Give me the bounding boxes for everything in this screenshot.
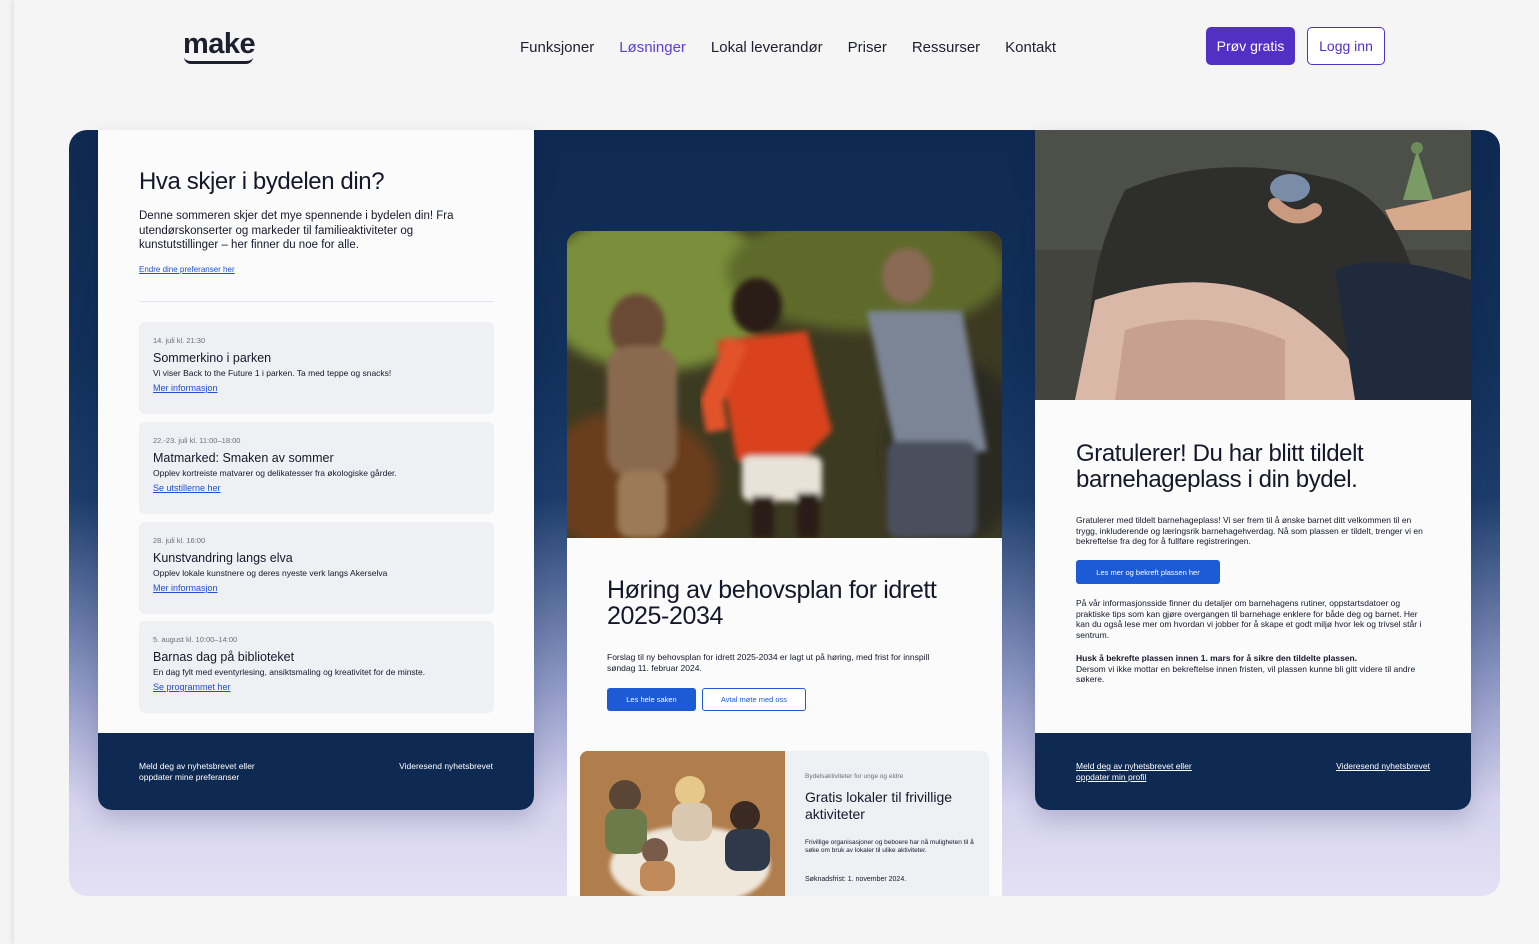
event-title: Kunstvandring langs elva: [153, 551, 293, 565]
event-card: 14. juli kl. 21:30 Sommerkino i parken V…: [139, 322, 494, 414]
activities-card: Bydelsaktiviteter for unge og eldre Grat…: [580, 751, 989, 896]
try-free-button[interactable]: Prøv gratis: [1206, 27, 1295, 65]
newsletter-card-hearing: Høring av behovsplan for idrett 2025-203…: [567, 231, 1002, 896]
event-link[interactable]: Mer informasjon: [153, 583, 218, 593]
event-description: En dag fylt med eventyrlesing, ansiktsma…: [153, 667, 426, 677]
card-footer: Meld deg av nyhetsbrevet eller oppdater …: [98, 733, 534, 810]
event-link[interactable]: Se programmet her: [153, 682, 231, 692]
nav-funksjoner[interactable]: Funksjoner: [520, 39, 594, 56]
nav-losninger[interactable]: Løsninger: [619, 39, 686, 56]
group-activity-photo: [580, 751, 785, 896]
login-button[interactable]: Logg inn: [1307, 27, 1385, 65]
divider: [139, 301, 494, 302]
nav-priser[interactable]: Priser: [848, 39, 887, 56]
event-date: 5. august kl. 10:00–14:00: [153, 635, 238, 644]
make-logo[interactable]: make: [183, 28, 256, 64]
card-title: Hva skjer i bydelen din?: [139, 168, 385, 195]
event-date: 22.-23. juli kl. 11:00–18:00: [153, 436, 241, 445]
runners-photo: [567, 231, 1002, 538]
read-full-case-button[interactable]: Les hele saken: [607, 688, 696, 711]
event-card: 5. august kl. 10:00–14:00 Barnas dag på …: [139, 621, 494, 713]
event-title: Sommerkino i parken: [153, 351, 272, 365]
newsletter-card-kindergarten: Gratulerer! Du har blitt tildelt barneha…: [1035, 130, 1471, 810]
change-preferences-link[interactable]: Endre dine preferanser her: [139, 265, 235, 274]
card-footer: Meld deg av nyhetsbrevet eller oppdater …: [1035, 733, 1471, 810]
event-card: 22.-23. juli kl. 11:00–18:00 Matmarked: …: [139, 422, 494, 514]
unsubscribe-link[interactable]: Meld deg av nyhetsbrevet eller oppdater …: [139, 761, 289, 783]
nav-lokal-leverandor[interactable]: Lokal leverandør: [711, 39, 823, 56]
event-date: 28. juli kl. 16:00: [153, 536, 206, 545]
book-meeting-button[interactable]: Avtal møte med oss: [702, 688, 806, 711]
hearing-title: Høring av behovsplan for idrett 2025-203…: [607, 576, 937, 630]
kindergarten-reminder: Husk å bekrefte plassen innen 1. mars fo…: [1076, 653, 1432, 685]
activities-description: Frivillige organisasjoner og beboere har…: [805, 839, 974, 854]
event-card: 28. juli kl. 16:00 Kunstvandring langs e…: [139, 522, 494, 614]
event-description: Opplev lokale kunstnere og deres nyeste …: [153, 568, 388, 578]
reminder-text: Dersom vi ikke mottar en bekreftelse inn…: [1076, 663, 1416, 685]
kindergarten-info: På vår informasjonsside finner du detalj…: [1076, 598, 1422, 640]
kindergarten-title: Gratulerer! Du har blitt tildelt barneha…: [1076, 440, 1364, 493]
reminder-bold: Husk å bekrefte plassen innen 1. mars fo…: [1076, 653, 1358, 663]
nav-ressurser[interactable]: Ressurser: [912, 39, 980, 56]
activities-title: Gratis lokaler til frivillige aktivitete…: [805, 789, 953, 822]
hearing-text: Forslag til ny behovsplan for idrett 202…: [607, 652, 930, 673]
event-title: Barnas dag på biblioteket: [153, 650, 295, 664]
event-date: 14. juli kl. 21:30: [153, 336, 206, 345]
event-description: Vi viser Back to the Future 1 i parken. …: [153, 368, 392, 378]
event-description: Opplev kortreiste matvarer og delikatess…: [153, 468, 397, 478]
unsubscribe-link[interactable]: Meld deg av nyhetsbrevet eller oppdater …: [1076, 761, 1226, 783]
nav-kontakt[interactable]: Kontakt: [1005, 39, 1056, 56]
forward-newsletter-link[interactable]: Videresend nyhetsbrevet: [399, 761, 493, 771]
newsletter-card-events: Hva skjer i bydelen din? Denne sommeren …: [98, 130, 534, 810]
main-nav: Funksjoner Løsninger Lokal leverandør Pr…: [520, 39, 1056, 56]
kindergarten-intro: Gratulerer med tildelt barnehageplass! V…: [1076, 515, 1423, 546]
confirm-place-button[interactable]: Les mer og bekreft plassen her: [1076, 560, 1220, 584]
activities-tag: Bydelsaktiviteter for unge og eldre: [805, 773, 904, 780]
activities-deadline: Søknadsfrist: 1. november 2024.: [805, 876, 907, 883]
event-title: Matmarked: Smaken av sommer: [153, 451, 334, 465]
forward-newsletter-link[interactable]: Videresend nyhetsbrevet: [1336, 761, 1430, 771]
card-intro: Denne sommeren skjer det mye spennende i…: [139, 210, 454, 251]
child-play-photo: [1035, 130, 1471, 400]
event-link[interactable]: Se utstillerne her: [153, 483, 221, 493]
event-link[interactable]: Mer informasjon: [153, 383, 218, 393]
